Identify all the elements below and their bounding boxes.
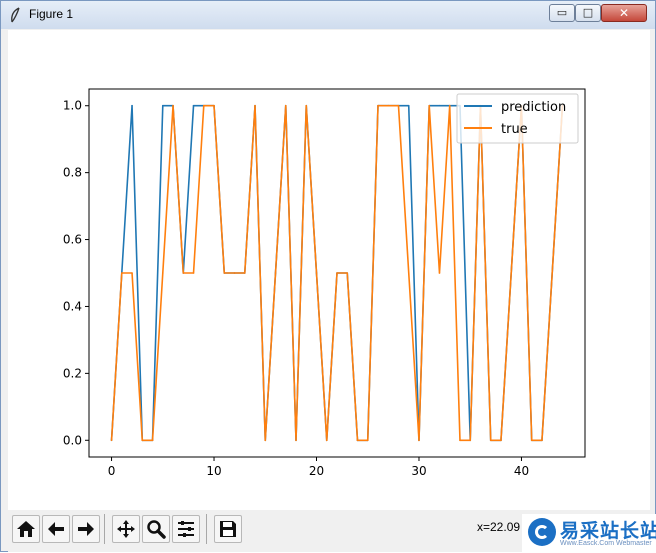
data-point-true xyxy=(469,439,472,442)
data-point-true xyxy=(141,439,144,442)
data-point-true xyxy=(182,272,185,274)
data-point-true xyxy=(541,439,543,442)
pan-icon xyxy=(117,520,135,538)
data-point-prediction xyxy=(438,104,441,107)
data-point-true xyxy=(223,272,226,274)
legend: prediction true xyxy=(456,93,579,144)
site-watermark: 易采站长站 Www.Easck.Com Webmaster xyxy=(522,514,656,553)
x-axis: 0 10 20 30 40 xyxy=(108,457,529,478)
data-point-true xyxy=(213,104,215,107)
data-point-true xyxy=(366,439,369,442)
data-point-true xyxy=(202,104,205,107)
legend-label-true: true xyxy=(501,122,528,137)
data-point-true xyxy=(459,439,461,442)
data-point-true xyxy=(418,439,420,442)
line-chart: 0 10 20 30 40 0.0 0.2 0.4 0.6 0.8 1.0 prediction … xyxy=(63,88,586,478)
feather-icon xyxy=(9,7,23,23)
x-tick-label: 20 xyxy=(309,464,324,478)
subplots-config-icon xyxy=(178,521,194,537)
toolbar-separator xyxy=(104,514,105,544)
watermark-logo-icon xyxy=(528,518,556,546)
minimize-button[interactable]: ▭ xyxy=(549,4,575,22)
figure-window: Figure 1 ▭ □ ✕ 0 10 20 30 40 0.0 0.2 0.4 0.6 0.8… xyxy=(0,0,656,553)
data-point-prediction xyxy=(192,104,195,107)
y-tick-label: 0.6 xyxy=(63,233,82,247)
data-point-true xyxy=(551,272,554,274)
data-point-true xyxy=(254,104,256,107)
x-tick-label: 10 xyxy=(206,464,221,478)
y-tick-label: 0.8 xyxy=(63,166,82,180)
y-tick-label: 1.0 xyxy=(63,99,82,113)
y-tick-label: 0.4 xyxy=(63,299,82,313)
title-bar[interactable]: Figure 1 ▭ □ ✕ xyxy=(1,1,655,29)
y-tick-label: 0.2 xyxy=(63,366,82,380)
subplots-config-button[interactable] xyxy=(172,515,200,543)
data-point-true xyxy=(233,272,236,274)
data-point-true xyxy=(489,439,492,442)
data-point-true xyxy=(284,104,287,107)
data-point-true xyxy=(510,272,513,274)
data-point-true xyxy=(356,439,359,442)
cursor-coordinates: x=22.09 xyxy=(477,520,521,534)
watermark-text: 易采站长站 xyxy=(560,520,656,542)
toolbar-separator xyxy=(206,514,207,544)
maximize-button[interactable]: □ xyxy=(575,4,601,22)
y-axis: 0.0 0.2 0.4 0.6 0.8 1.0 xyxy=(63,99,89,447)
data-point-true xyxy=(346,272,349,274)
window-title: Figure 1 xyxy=(29,7,74,21)
data-point-true xyxy=(161,272,164,274)
data-point-true xyxy=(336,272,338,274)
data-point-prediction xyxy=(407,104,410,107)
data-point-true xyxy=(377,104,379,107)
data-point-true xyxy=(110,439,113,442)
legend-label-prediction: prediction xyxy=(501,100,566,115)
data-point-true xyxy=(192,272,195,274)
data-point-true xyxy=(305,104,308,107)
data-point-true xyxy=(295,439,297,442)
watermark-subtext: Www.Easck.Com Webmaster xyxy=(560,540,652,547)
y-tick-label: 0.0 xyxy=(63,433,82,447)
zoom-icon xyxy=(147,520,166,539)
back-button[interactable] xyxy=(42,515,70,543)
data-point-true xyxy=(438,272,441,274)
data-point-true xyxy=(151,439,154,442)
data-point-true xyxy=(172,104,174,107)
x-tick-label: 40 xyxy=(514,464,529,478)
save-icon xyxy=(220,521,236,537)
home-icon xyxy=(17,521,35,537)
data-point-true xyxy=(448,104,451,107)
data-point-true xyxy=(530,439,533,442)
close-icon: ✕ xyxy=(618,6,630,20)
data-point-true xyxy=(325,439,328,442)
data-point-true xyxy=(315,272,318,274)
x-tick-label: 0 xyxy=(108,464,116,478)
zoom-button[interactable] xyxy=(142,515,170,543)
data-point-prediction xyxy=(131,104,133,107)
back-arrow-icon xyxy=(48,522,64,536)
data-point-true xyxy=(407,272,410,274)
pan-button[interactable] xyxy=(112,515,140,543)
maximize-icon: □ xyxy=(582,6,594,19)
data-point-true xyxy=(264,439,267,442)
forward-button[interactable] xyxy=(72,515,100,543)
data-point-true xyxy=(500,439,502,442)
data-point-true xyxy=(397,104,400,107)
data-point-prediction xyxy=(161,104,164,107)
data-point-true xyxy=(131,272,133,274)
forward-arrow-icon xyxy=(78,522,94,536)
data-point-true xyxy=(243,272,246,274)
home-button[interactable] xyxy=(12,515,40,543)
save-button[interactable] xyxy=(214,515,242,543)
data-point-true xyxy=(120,272,123,274)
data-point-true xyxy=(428,104,431,107)
x-tick-label: 30 xyxy=(411,464,426,478)
minimize-icon: ▭ xyxy=(556,6,568,19)
data-point-true xyxy=(387,104,390,107)
figure-canvas[interactable]: 0 10 20 30 40 0.0 0.2 0.4 0.6 0.8 1.0 prediction … xyxy=(8,30,650,510)
close-button[interactable]: ✕ xyxy=(601,4,647,22)
data-point-true xyxy=(274,272,277,274)
